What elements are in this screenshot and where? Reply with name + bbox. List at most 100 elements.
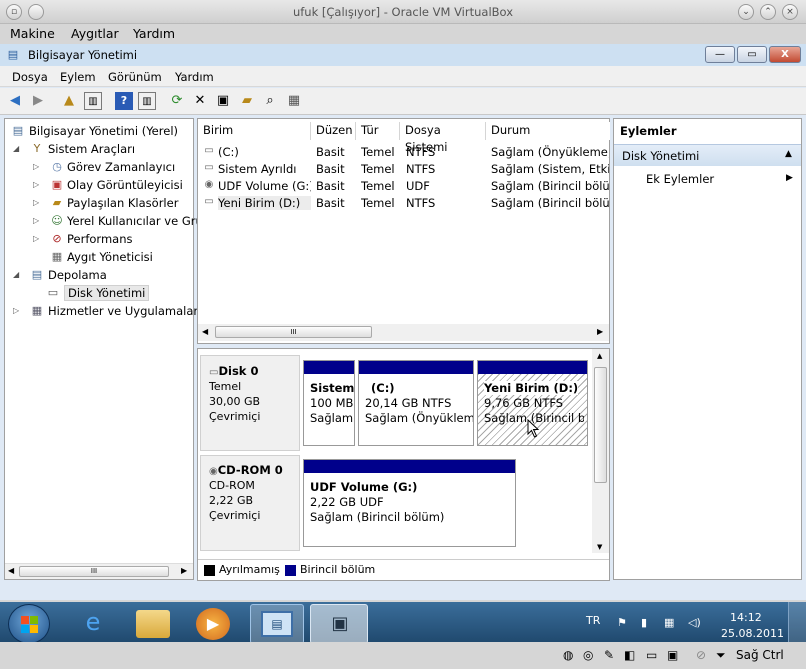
delete-icon[interactable]: ✕	[191, 92, 209, 110]
language-indicator[interactable]: TR	[586, 614, 600, 627]
vbox-menu-machine[interactable]: Makine	[10, 26, 55, 41]
network-status-icon[interactable]: ◧	[624, 648, 635, 662]
disk-0-label[interactable]: ▭Disk 0 Temel 30,00 GB Çevrimiçi	[200, 355, 300, 451]
tree-expander-icon[interactable]: ◢	[13, 270, 19, 279]
mouse-integration-icon[interactable]: ⊘	[696, 648, 706, 662]
keyboard-capture-icon[interactable]: ⏷	[716, 648, 726, 663]
tree-item-label[interactable]: Depolama	[48, 268, 107, 282]
close-icon[interactable]: ×	[782, 4, 798, 20]
tree-expander-icon[interactable]: ▷	[33, 216, 39, 225]
tree-item-label[interactable]: Bilgisayar Yönetimi (Yerel)	[29, 124, 178, 138]
partition-size: 20,14 GB NTFS	[365, 396, 452, 410]
tree-item-label[interactable]: Görev Zamanlayıcı	[67, 160, 175, 174]
tree-item-label[interactable]: Paylaşılan Klasörler	[67, 196, 178, 210]
column-header-status[interactable]: Durum	[486, 122, 610, 140]
mmc-close-button[interactable]: X	[769, 46, 801, 63]
partition-d-selected[interactable]: Yeni Birim (D:) 9,76 GB NTFS Sağlam (Bir…	[477, 360, 588, 446]
device-icon[interactable]: ▮	[641, 616, 647, 629]
tree-item-label[interactable]: Olay Görüntüleyicisi	[67, 178, 183, 192]
menu-action[interactable]: Eylem	[60, 70, 96, 84]
tree-item-label[interactable]: Sistem Araçları	[48, 142, 135, 156]
up-folder-icon[interactable]: ▲	[60, 92, 78, 110]
partition-c[interactable]: (C:) 20,14 GB NTFS Sağlam (Önyükleme	[358, 360, 474, 446]
settings-icon[interactable]: ▦	[285, 92, 303, 110]
table-row[interactable]: ▭ (C:) Basit Temel NTFS Sağlam (Önyükleme, D	[198, 143, 609, 160]
tree-item-label[interactable]: Aygıt Yöneticisi	[67, 250, 153, 264]
vbox-menu-help[interactable]: Yardım	[133, 26, 175, 41]
scroll-left-icon[interactable]: ◀	[8, 566, 14, 575]
disk-pane-scroll-thumb[interactable]	[594, 367, 607, 483]
scroll-right-icon[interactable]: ▶	[597, 327, 603, 336]
tree-hscrollbar[interactable]: ◀ III ▶	[5, 563, 193, 579]
collapse-icon[interactable]: ▲	[785, 149, 792, 159]
tree-scroll-thumb[interactable]: III	[19, 566, 169, 577]
show-desktop-button[interactable]	[788, 602, 806, 646]
internet-explorer-icon[interactable]: e	[75, 608, 111, 642]
show-hide-action-pane-icon[interactable]: ▥	[138, 92, 156, 110]
back-icon[interactable]: ◀	[6, 92, 24, 110]
partition-udf-g[interactable]: UDF Volume (G:) 2,22 GB UDF Sağlam (Biri…	[303, 459, 516, 547]
primary-partition-bar	[359, 361, 473, 374]
tree-item-label[interactable]: Performans	[67, 232, 132, 246]
tree-item-label[interactable]: Hizmetler ve Uygulamalar	[48, 304, 198, 318]
refresh-icon[interactable]: ⟳	[168, 92, 186, 110]
clock-time[interactable]: 14:12	[730, 611, 762, 624]
action-center-flag-icon[interactable]: ⚑	[617, 616, 627, 629]
help-icon[interactable]: ?	[115, 92, 133, 110]
menu-view[interactable]: Görünüm	[108, 70, 162, 84]
column-header-filesystem[interactable]: Dosya Sistemi	[400, 122, 486, 154]
shared-folder-status-icon[interactable]: ▭	[646, 648, 657, 662]
tree-expander-icon[interactable]: ▷	[33, 198, 39, 207]
tree-expander-icon[interactable]: ◢	[13, 144, 19, 153]
start-button[interactable]	[8, 604, 50, 644]
hdd-status-icon[interactable]: ◍	[563, 648, 573, 662]
scroll-left-icon[interactable]: ◀	[202, 327, 208, 336]
tree-expander-icon[interactable]: ▷	[33, 162, 39, 171]
submenu-arrow-icon[interactable]: ▶	[786, 173, 793, 183]
column-header-volume[interactable]: Birim	[198, 122, 311, 140]
column-header-layout[interactable]: Düzen	[311, 122, 356, 140]
vbox-menu-devices[interactable]: Aygıtlar	[71, 26, 119, 41]
display-status-icon[interactable]: ▣	[667, 648, 678, 662]
mmc-maximize-button[interactable]: ▭	[737, 46, 767, 63]
scroll-right-icon[interactable]: ▶	[181, 566, 187, 575]
tree-expander-icon[interactable]: ▷	[33, 234, 39, 243]
show-hide-tree-icon[interactable]: ▥	[84, 92, 102, 110]
volume-list-scroll-thumb[interactable]: III	[215, 326, 372, 338]
menu-help[interactable]: Yardım	[175, 70, 214, 84]
search-icon[interactable]: ⌕	[261, 92, 279, 110]
forward-icon[interactable]: ▶	[29, 92, 47, 110]
table-row[interactable]: ▭ Sistem Ayrıldı Basit Temel NTFS Sağlam (Sis…	[198, 160, 609, 177]
clock-date[interactable]: 25.08.2011	[721, 627, 784, 640]
actions-section-disk-management[interactable]: Disk Yönetimi ▲	[614, 144, 801, 166]
event-viewer-icon: ▣	[51, 178, 63, 191]
partition-system-reserved[interactable]: Sistem 100 MB Sağlam	[303, 360, 355, 446]
maximize-icon[interactable]: ⌃	[760, 4, 776, 20]
properties-icon[interactable]: ▣	[214, 92, 232, 110]
volume-list-hscrollbar[interactable]: ◀ III ▶	[198, 324, 609, 341]
tree-expander-icon[interactable]: ▷	[13, 306, 19, 315]
taskbar-computer-management[interactable]: ▤	[250, 604, 304, 644]
tree-item-label[interactable]: Yerel Kullanıcılar ve Gru	[67, 214, 203, 228]
table-row[interactable]: ◉ UDF Volume (G:) Basit Temel UDF Sağlam (Bir…	[198, 177, 609, 194]
column-header-type[interactable]: Tür	[356, 122, 400, 140]
media-player-icon[interactable]: ▶	[196, 608, 230, 640]
mmc-minimize-button[interactable]: —	[705, 46, 735, 63]
tree-item-label[interactable]: Disk Yönetimi	[64, 285, 150, 301]
taskbar-active-window[interactable]: ▣	[310, 604, 368, 644]
explorer-folder-icon[interactable]	[136, 610, 170, 638]
usb-status-icon[interactable]: ✎	[604, 648, 614, 662]
disk-pane-vscrollbar[interactable]: ▲ ▼	[592, 349, 609, 553]
table-row[interactable]: ▭ Yeni Birim (D:) Basit Temel NTFS Sağlam (Bi…	[198, 194, 609, 211]
tree-expander-icon[interactable]: ▷	[33, 180, 39, 189]
volume-icon[interactable]: ◁)	[688, 616, 701, 629]
menu-file[interactable]: Dosya	[12, 70, 48, 84]
scroll-down-icon[interactable]: ▼	[597, 543, 602, 551]
network-icon[interactable]: ▦	[664, 616, 674, 629]
open-folder-icon[interactable]: ▰	[238, 92, 256, 110]
more-actions[interactable]: Ek Eylemler	[646, 172, 714, 186]
minimize-icon[interactable]: ⌄	[738, 4, 754, 20]
cdrom-0-label[interactable]: ◉CD-ROM 0 CD-ROM 2,22 GB Çevrimiçi	[200, 455, 300, 551]
cd-status-icon[interactable]: ◎	[583, 648, 593, 662]
scroll-up-icon[interactable]: ▲	[597, 352, 602, 360]
